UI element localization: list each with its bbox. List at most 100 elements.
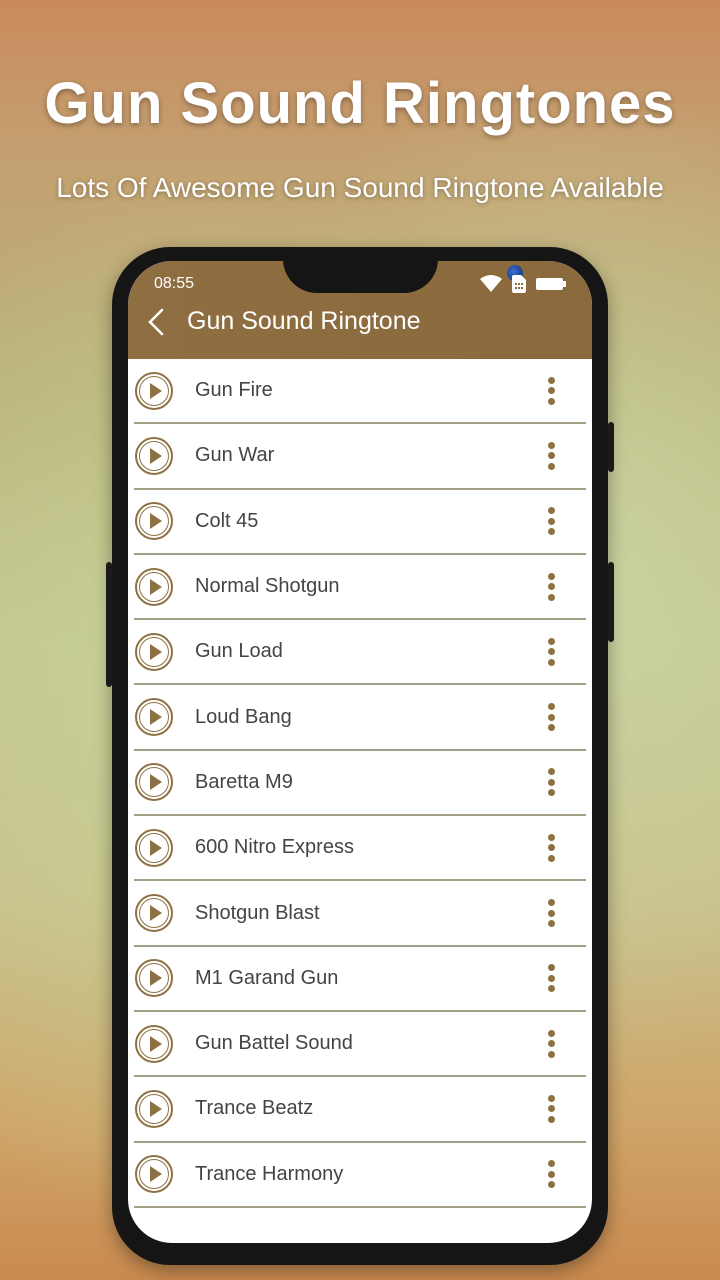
more-options-button[interactable] — [546, 1094, 556, 1123]
play-button[interactable] — [135, 959, 173, 998]
more-vert-icon — [547, 1040, 555, 1048]
ringtone-row[interactable]: Loud Bang — [134, 685, 586, 751]
more-vert-icon — [547, 462, 555, 470]
more-options-button[interactable] — [546, 703, 556, 732]
play-icon — [150, 382, 162, 399]
play-button[interactable] — [135, 502, 173, 541]
play-button[interactable] — [135, 632, 173, 671]
more-vert-icon — [547, 768, 555, 776]
more-vert-icon — [547, 1181, 555, 1189]
play-button[interactable] — [135, 1089, 173, 1128]
more-vert-icon — [547, 452, 555, 460]
ringtone-row[interactable]: Gun Load — [134, 620, 586, 686]
battery-icon — [536, 278, 566, 290]
ringtone-title: Loud Bang — [195, 705, 292, 728]
more-vert-icon — [547, 909, 555, 917]
play-button[interactable] — [135, 1024, 173, 1063]
more-vert-icon — [547, 593, 555, 601]
ringtone-row[interactable]: Gun Fire — [134, 359, 586, 425]
play-button[interactable] — [135, 567, 173, 606]
ringtone-list: Gun Fire Gun War Colt 45 Normal Shotgun … — [134, 359, 586, 1208]
play-button[interactable] — [135, 698, 173, 737]
ringtone-row[interactable]: Baretta M9 — [134, 751, 586, 817]
play-button[interactable] — [135, 763, 173, 802]
ringtone-row[interactable]: M1 Garand Gun — [134, 947, 586, 1012]
more-vert-icon — [547, 1105, 555, 1113]
ringtone-title: Normal Shotgun — [195, 575, 340, 598]
more-vert-icon — [547, 1094, 555, 1102]
more-vert-icon — [547, 441, 555, 449]
ringtone-title: Trance Harmony — [195, 1162, 344, 1185]
app-bar-title: Gun Sound Ringtone — [187, 307, 421, 335]
ringtone-title: Shotgun Blast — [195, 901, 320, 924]
more-vert-icon — [547, 854, 555, 862]
ringtone-title: Baretta M9 — [195, 770, 293, 793]
ringtone-title: Trance Beatz — [195, 1097, 314, 1120]
ringtone-title: M1 Garand Gun — [195, 966, 339, 989]
ringtone-row[interactable]: Shotgun Blast — [134, 881, 586, 947]
more-vert-icon — [547, 703, 555, 711]
more-options-button[interactable] — [546, 441, 556, 470]
more-vert-icon — [547, 1050, 555, 1058]
play-button[interactable] — [135, 828, 173, 867]
back-button[interactable] — [142, 305, 170, 339]
more-options-button[interactable] — [546, 768, 556, 797]
more-options-button[interactable] — [546, 964, 556, 993]
ringtone-row[interactable]: Trance Harmony — [134, 1143, 586, 1208]
more-vert-icon — [547, 658, 555, 666]
ringtone-title: Gun Fire — [195, 379, 273, 402]
more-vert-icon — [547, 1170, 555, 1178]
more-vert-icon — [547, 789, 555, 797]
ringtone-row[interactable]: Gun War — [134, 424, 586, 490]
sim-icon — [512, 275, 526, 293]
ringtone-row[interactable]: Trance Beatz — [134, 1077, 586, 1143]
ringtone-row[interactable]: Colt 45 — [134, 490, 586, 555]
more-vert-icon — [547, 648, 555, 656]
more-vert-icon — [547, 583, 555, 591]
more-options-button[interactable] — [546, 376, 556, 405]
more-vert-icon — [547, 964, 555, 972]
play-button[interactable] — [135, 371, 173, 410]
phone-side-button — [608, 562, 614, 642]
more-vert-icon — [547, 713, 555, 721]
more-options-button[interactable] — [546, 833, 556, 862]
play-button[interactable] — [135, 1155, 173, 1194]
play-icon — [150, 513, 162, 530]
play-icon — [150, 1166, 162, 1183]
more-vert-icon — [547, 833, 555, 841]
more-options-button[interactable] — [546, 572, 556, 601]
more-vert-icon — [547, 920, 555, 928]
more-vert-icon — [547, 1115, 555, 1123]
more-options-button[interactable] — [546, 637, 556, 666]
ringtone-row[interactable]: Normal Shotgun — [134, 555, 586, 621]
play-icon — [150, 1035, 162, 1052]
play-icon — [150, 970, 162, 987]
chevron-left-icon — [148, 308, 164, 336]
more-vert-icon — [547, 387, 555, 395]
more-vert-icon — [547, 724, 555, 732]
more-options-button[interactable] — [546, 1160, 556, 1189]
phone-frame: 08:55 Gun Sound Ringtone Gun Fire Gun Wa… — [106, 247, 614, 1265]
more-vert-icon — [547, 572, 555, 580]
app-bar: 08:55 Gun Sound Ringtone — [128, 261, 592, 359]
ringtone-row[interactable]: 600 Nitro Express — [134, 816, 586, 882]
more-options-button[interactable] — [546, 899, 556, 928]
play-icon — [150, 578, 162, 595]
ringtone-title: Colt 45 — [195, 509, 259, 532]
more-vert-icon — [547, 974, 555, 982]
more-vert-icon — [547, 899, 555, 907]
phone-screen: 08:55 Gun Sound Ringtone Gun Fire Gun Wa… — [128, 261, 592, 1243]
play-icon — [150, 1100, 162, 1117]
play-icon — [150, 774, 162, 791]
more-options-button[interactable] — [546, 1029, 556, 1058]
ringtone-row[interactable]: Gun Battel Sound — [134, 1012, 586, 1078]
more-options-button[interactable] — [546, 507, 556, 536]
more-vert-icon — [547, 376, 555, 384]
ringtone-title: Gun War — [195, 444, 275, 467]
wifi-icon — [480, 275, 502, 292]
play-button[interactable] — [135, 436, 173, 475]
play-icon — [150, 643, 162, 660]
play-button[interactable] — [135, 894, 173, 933]
more-vert-icon — [547, 517, 555, 525]
ringtone-title: Gun Load — [195, 640, 283, 663]
